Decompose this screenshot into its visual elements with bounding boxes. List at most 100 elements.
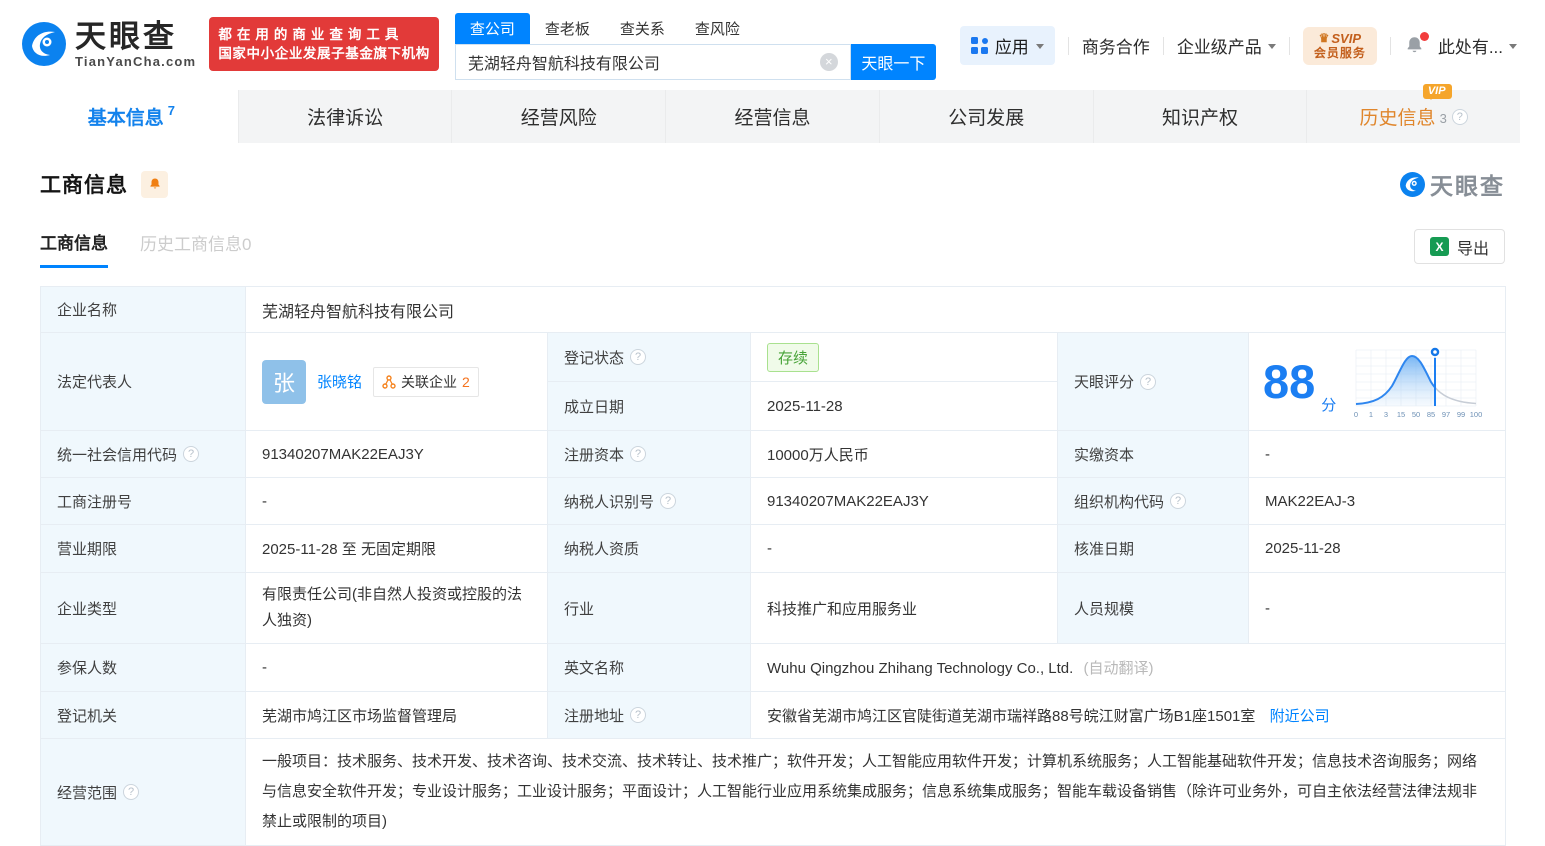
divider [1162, 36, 1164, 55]
company-name-label: 企业名称 [40, 286, 246, 333]
table-row: 工商注册号 - 纳税人识别号? 91340207MAK22EAJ3Y 组织机构代… [40, 477, 1507, 525]
svg-text:1: 1 [1369, 410, 1373, 419]
staff-size-label: 人员规模 [1057, 572, 1249, 644]
company-tab-bar: 基本信息 7 法律诉讼 经营风险 经营信息 公司发展 知识产权 历史信息 VIP… [25, 84, 1521, 143]
question-icon[interactable]: ? [630, 349, 647, 365]
tianyancha-watermark-icon [1400, 171, 1425, 197]
tab-basic-info-count: 7 [167, 103, 175, 118]
more-label: 此处有... [1437, 38, 1503, 57]
tab-legal-litigation[interactable]: 法律诉讼 [238, 90, 453, 143]
company-name-value: 芜湖轻舟智航科技有限公司 [244, 286, 1507, 333]
question-icon[interactable]: ? [1451, 108, 1468, 125]
reg-status-cell: 存续 [750, 332, 1058, 382]
credit-code-label: 统一社会信用代码? [40, 430, 246, 478]
score-label: 天眼评分? [1057, 332, 1249, 431]
question-icon[interactable]: ? [630, 446, 647, 462]
english-name-cell: Wuhu Qingzhou Zhihang Technology Co., Lt… [749, 643, 1507, 692]
tab-intellectual-property-label: 知识产权 [1161, 108, 1238, 129]
nav-business-cooperation[interactable]: 商务合作 [1082, 33, 1150, 58]
caret-down-icon [1267, 43, 1276, 53]
svg-text:97: 97 [1442, 410, 1450, 419]
promo-line-1: 都在用的商业查询工具 [218, 27, 404, 42]
brand-name: 天眼查 [75, 18, 177, 54]
approval-date-label: 核准日期 [1057, 524, 1249, 573]
subscribe-bell-button[interactable] [141, 170, 168, 198]
search-tab-risk[interactable]: 查风险 [680, 13, 755, 44]
legal-rep-avatar[interactable]: 张 [262, 359, 306, 404]
tab-history-info[interactable]: 历史信息 VIP 3 ? [1307, 84, 1521, 143]
table-row: 经营范围? 一般项目：技术服务、技术开发、技术咨询、技术交流、技术转让、技术推广… [40, 738, 1507, 846]
tab-legal-litigation-label: 法律诉讼 [307, 108, 384, 129]
related-companies-icon [382, 374, 396, 389]
tab-intellectual-property[interactable]: 知识产权 [1093, 90, 1308, 143]
svip-service-label: 会员服务 [1313, 45, 1366, 60]
question-icon[interactable]: ? [183, 446, 200, 462]
question-icon[interactable]: ? [1140, 373, 1157, 390]
tab-history-info-label: 历史信息 [1359, 108, 1436, 129]
industry-label: 行业 [547, 572, 751, 644]
subtab-history-registration[interactable]: 历史工商信息0 [140, 230, 251, 268]
company-type-label: 企业类型 [40, 572, 246, 644]
svip-member-badge[interactable]: ♛ SVIP 会员服务 [1302, 26, 1377, 65]
address-label: 注册地址? [547, 691, 751, 739]
business-term-label: 营业期限 [40, 524, 246, 573]
nav-more-menu[interactable]: 此处有... [1438, 33, 1517, 58]
bell-icon [149, 178, 160, 189]
svip-label: SVIP [1331, 30, 1362, 46]
tianyancha-logo[interactable]: 天眼查 TianYanCha.com [22, 21, 196, 68]
tab-company-development[interactable]: 公司发展 [879, 90, 1094, 143]
nav-enterprise-products[interactable]: 企业级产品 [1177, 33, 1276, 58]
credit-code-value: 91340207MAK22EAJ3Y [245, 430, 548, 478]
score-distribution-chart: 0 1 3 15 50 85 97 99 100 [1354, 345, 1483, 419]
divider [1389, 36, 1391, 55]
question-icon[interactable]: ? [630, 707, 647, 723]
tab-business-info[interactable]: 经营信息 [666, 90, 880, 143]
table-row: 营业期限 2025-11-28 至 无固定期限 纳税人资质 - 核准日期 202… [40, 524, 1507, 573]
paid-capital-value: - [1247, 430, 1507, 478]
search-clear-icon[interactable]: × [819, 52, 838, 71]
question-icon[interactable]: ? [123, 784, 140, 800]
tianyancha-logo-icon [22, 22, 66, 66]
score-unit: 分 [1321, 396, 1337, 414]
nearby-companies-link[interactable]: 附近公司 [1270, 708, 1330, 725]
enterprise-products-label: 企业级产品 [1176, 38, 1262, 57]
notification-dot [1419, 32, 1429, 41]
related-companies-count: 2 [462, 373, 470, 390]
legal-rep-label: 法定代表人 [40, 332, 246, 431]
english-name-value: Wuhu Qingzhou Zhihang Technology Co., Lt… [767, 660, 1074, 677]
reg-number-label: 工商注册号 [40, 477, 246, 525]
related-companies-badge[interactable]: 关联企业 2 [373, 366, 479, 397]
table-row: 登记机关 芜湖市鸠江区市场监督管理局 注册地址? 安徽省芜湖市鸠江区官陡街道芜湖… [40, 691, 1507, 739]
table-row: 企业类型 有限责任公司(非自然人投资或控股的法人独资) 行业 科技推广和应用服务… [40, 572, 1507, 644]
excel-icon: X [1429, 237, 1449, 256]
tab-basic-info[interactable]: 基本信息 7 [25, 90, 239, 143]
taxpayer-id-value: 91340207MAK22EAJ3Y [750, 477, 1058, 525]
watermark-text: 天眼查 [1430, 173, 1505, 199]
reg-capital-value: 10000万人民币 [750, 430, 1058, 478]
question-icon[interactable]: ? [1170, 493, 1187, 509]
approval-date-value: 2025-11-28 [1247, 524, 1507, 573]
business-scope-label: 经营范围? [40, 738, 246, 846]
reg-capital-label: 注册资本? [547, 430, 751, 478]
watermark-logo: 天眼查 [1400, 167, 1505, 201]
legal-rep-link[interactable]: 张晓铭 [317, 371, 362, 392]
search-tab-relation[interactable]: 查关系 [605, 13, 680, 44]
tab-business-info-label: 经营信息 [734, 108, 811, 129]
subtab-business-registration[interactable]: 工商信息 [40, 229, 108, 268]
tab-operating-risk[interactable]: 经营风险 [452, 90, 667, 143]
promo-line-2: 国家中小企业发展子基金旗下机构 [218, 46, 430, 61]
search-tab-boss[interactable]: 查老板 [530, 13, 605, 44]
search-button[interactable]: 天眼一下 [850, 43, 936, 80]
question-icon[interactable]: ? [660, 493, 677, 509]
main-content: 工商信息 天眼查 工商信息 历史工商信息0 X 导出 企业名称 芜湖轻舟智航科技… [0, 167, 1545, 846]
apps-menu[interactable]: 应用 [959, 26, 1055, 65]
notification-bell[interactable] [1404, 32, 1429, 56]
search-input[interactable] [454, 43, 851, 80]
export-button[interactable]: X 导出 [1413, 229, 1505, 264]
tab-history-info-count: 3 [1439, 111, 1447, 126]
score-axis-ticks: 0 1 3 15 50 85 97 99 100 [1354, 410, 1482, 419]
score-cell: 88 分 0 1 3 15 50 85 97 99 100 [1247, 332, 1507, 431]
search-tab-company[interactable]: 查公司 [454, 12, 530, 44]
business-term-value: 2025-11-28 至 无固定期限 [245, 524, 548, 573]
tab-operating-risk-label: 经营风险 [520, 108, 597, 129]
